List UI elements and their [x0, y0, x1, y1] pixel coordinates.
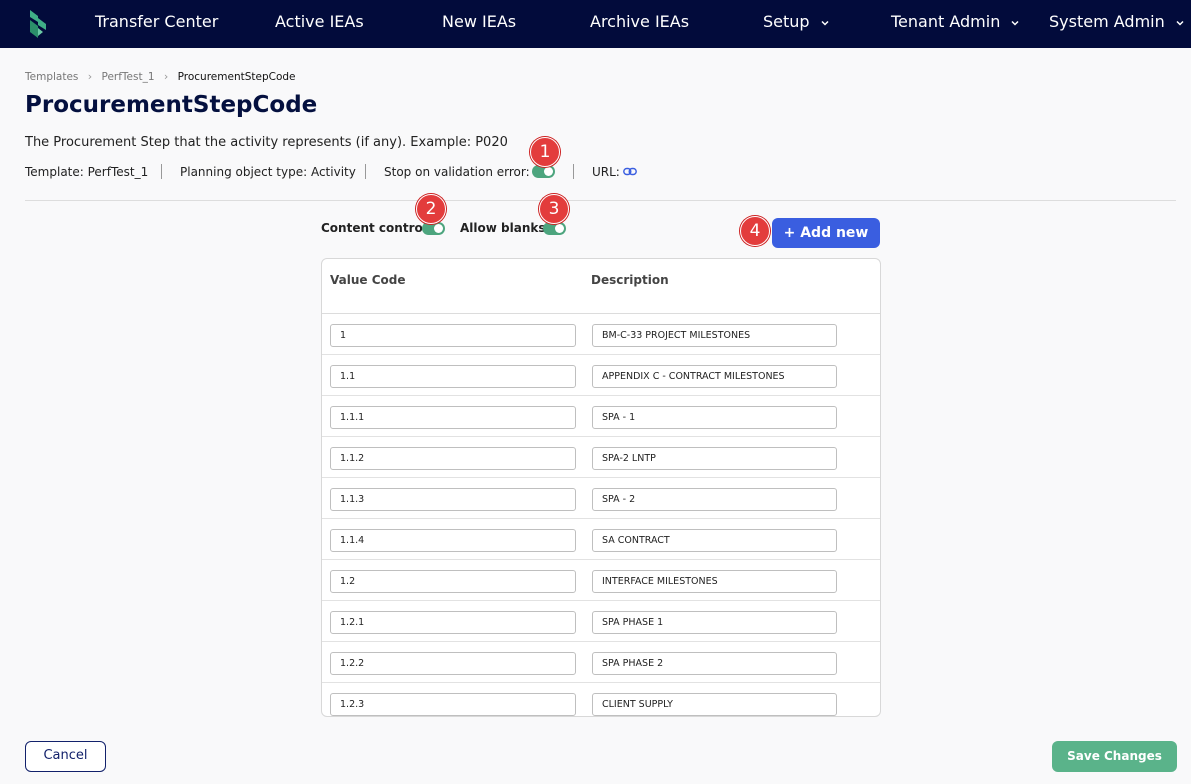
section-divider — [25, 200, 1176, 201]
table-row: 1.2.2 SPA PHASE 2 — [322, 642, 880, 683]
column-header-description: Description — [591, 273, 669, 287]
description-input[interactable]: APPENDIX C - CONTRACT MILESTONES — [592, 365, 837, 388]
nav-label: System Admin — [1049, 12, 1165, 31]
chevron-down-icon — [1176, 20, 1184, 26]
annotation-badge-4: 4 — [740, 216, 770, 246]
toggle-knob — [555, 224, 564, 233]
value-code-input[interactable]: 1.1.4 — [330, 529, 576, 552]
table-row: 1.1 APPENDIX C - CONTRACT MILESTONES — [322, 355, 880, 396]
nav-label: Archive IEAs — [590, 12, 690, 31]
chevron-right-icon: › — [163, 70, 169, 83]
description-input[interactable]: SPA PHASE 2 — [592, 652, 837, 675]
stop-on-validation-label: Stop on validation error: — [384, 165, 530, 179]
table-row: 1.2 INTERFACE MILESTONES — [322, 560, 880, 601]
app-logo-icon[interactable] — [27, 8, 49, 40]
breadcrumb-current: ProcurementStepCode — [177, 70, 296, 83]
chevron-right-icon: › — [87, 70, 93, 83]
description-input[interactable]: SPA - 2 — [592, 488, 837, 511]
nav-label: New IEAs — [442, 12, 517, 31]
breadcrumb: Templates › PerfTest_1 › ProcurementStep… — [25, 70, 296, 83]
content-control-label: Content control: — [321, 221, 432, 235]
value-code-input[interactable]: 1.1 — [330, 365, 576, 388]
value-code-input[interactable]: 1.2.3 — [330, 693, 576, 716]
value-code-input[interactable]: 1.1.3 — [330, 488, 576, 511]
breadcrumb-templates[interactable]: Templates — [25, 71, 78, 83]
chevron-down-icon — [821, 20, 829, 26]
divider — [161, 164, 162, 179]
value-table: Value Code Description 1 BM-C-33 PROJECT… — [321, 258, 881, 717]
planning-object-type: Planning object type: Activity — [180, 165, 356, 179]
table-row: 1.1.1 SPA - 1 — [322, 396, 880, 437]
description-input[interactable]: SPA PHASE 1 — [592, 611, 837, 634]
url-label: URL: — [592, 165, 620, 179]
column-header-value-code: Value Code — [330, 273, 406, 287]
allow-blanks-label: Allow blanks: — [460, 221, 551, 235]
value-code-input[interactable]: 1 — [330, 324, 576, 347]
nav-tenant-admin[interactable]: Tenant Admin — [891, 0, 1021, 48]
template-name: Template: PerfTest_1 — [25, 165, 149, 179]
annotation-badge-2: 2 — [416, 194, 446, 224]
table-row: 1.2.1 SPA PHASE 1 — [322, 601, 880, 642]
annotation-badge-1: 1 — [530, 137, 560, 167]
nav-label: Tenant Admin — [891, 12, 1001, 31]
value-code-input[interactable]: 1.1.2 — [330, 447, 576, 470]
cancel-button[interactable]: Cancel — [25, 741, 106, 772]
nav-archive-ieas[interactable]: Archive IEAs — [590, 0, 689, 48]
toggle-knob — [434, 224, 443, 233]
value-code-input[interactable]: 1.2.1 — [330, 611, 576, 634]
description-input[interactable]: CLIENT SUPPLY — [592, 693, 837, 716]
description-input[interactable]: INTERFACE MILESTONES — [592, 570, 837, 593]
description-input[interactable]: BM-C-33 PROJECT MILESTONES — [592, 324, 837, 347]
description-input[interactable]: SPA - 1 — [592, 406, 837, 429]
value-code-input[interactable]: 1.2.2 — [330, 652, 576, 675]
link-icon[interactable] — [623, 166, 637, 177]
nav-label: Transfer Center — [95, 12, 219, 31]
add-new-button[interactable]: + Add new — [772, 218, 880, 248]
breadcrumb-perftest[interactable]: PerfTest_1 — [101, 71, 154, 83]
value-code-input[interactable]: 1.1.1 — [330, 406, 576, 429]
page-description: The Procurement Step that the activity r… — [25, 135, 508, 150]
value-code-input[interactable]: 1.2 — [330, 570, 576, 593]
nav-system-admin[interactable]: System Admin — [1049, 0, 1186, 48]
table-row: 1.2.3 CLIENT SUPPLY — [322, 683, 880, 716]
chevron-down-icon — [1011, 20, 1019, 26]
divider — [365, 164, 366, 179]
divider — [573, 164, 574, 179]
content-control-toggle[interactable] — [422, 222, 445, 235]
table-row: 1.1.3 SPA - 2 — [322, 478, 880, 519]
table-row: 1.1.4 SA CONTRACT — [322, 519, 880, 560]
nav-label: Active IEAs — [275, 12, 364, 31]
description-input[interactable]: SPA-2 LNTP — [592, 447, 837, 470]
nav-active-ieas[interactable]: Active IEAs — [275, 0, 364, 48]
top-navigation-bar: Transfer Center Active IEAs New IEAs Arc… — [0, 0, 1191, 48]
annotation-badge-3: 3 — [539, 194, 569, 224]
nav-label: Setup — [763, 12, 810, 31]
nav-setup[interactable]: Setup — [763, 0, 831, 48]
page-title: ProcurementStepCode — [25, 92, 318, 118]
nav-transfer-center[interactable]: Transfer Center — [95, 0, 218, 48]
save-changes-button[interactable]: Save Changes — [1052, 741, 1177, 772]
description-input[interactable]: SA CONTRACT — [592, 529, 837, 552]
toggle-knob — [544, 167, 553, 176]
table-row: 1 BM-C-33 PROJECT MILESTONES — [322, 314, 880, 355]
nav-new-ieas[interactable]: New IEAs — [442, 0, 516, 48]
table-row: 1.1.2 SPA-2 LNTP — [322, 437, 880, 478]
